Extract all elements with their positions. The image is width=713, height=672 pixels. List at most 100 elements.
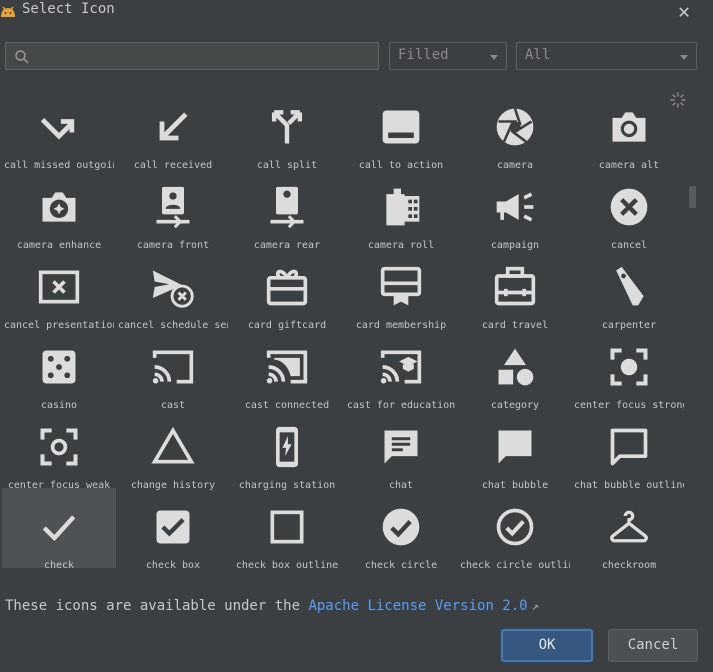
icon-cell-change-history[interactable]: change history — [116, 408, 230, 491]
icon-cell-center-focus-weak[interactable]: center focus weak — [2, 408, 116, 491]
camera-rear-icon — [270, 186, 304, 229]
icon-cell-cast-connected[interactable]: cast connected — [230, 328, 344, 411]
icon-cell-category[interactable]: category — [458, 328, 572, 411]
ok-button[interactable]: OK — [501, 629, 593, 662]
call-received-icon — [159, 112, 188, 141]
icon-cell-camera[interactable]: camera — [458, 88, 572, 171]
dialog-title: Select Icon — [22, 1, 115, 17]
cast-icon — [152, 350, 194, 384]
chat-bubble-outline-icon — [610, 428, 648, 466]
icon-cell-check-circle-outline[interactable]: check circle outline — [458, 488, 572, 571]
icon-cell-cancel[interactable]: cancel — [572, 168, 686, 251]
close-icon[interactable]: ✕ — [673, 0, 695, 22]
icon-cell-camera-rear[interactable]: camera rear — [230, 168, 344, 251]
icon-label: check circle outline — [460, 560, 570, 571]
icon-cell-camera-front[interactable]: camera front — [116, 168, 230, 251]
icon-cell-card-giftcard[interactable]: card giftcard — [230, 248, 344, 331]
icon-grid: call missed outgoing call received call sp… — [0, 86, 686, 582]
icon-cell-call-to-action[interactable]: call to action — [344, 88, 458, 171]
charging-station-icon — [276, 426, 298, 468]
icon-cell-cast-for-education[interactable]: cast for education — [344, 328, 458, 411]
icon-cell-call-received[interactable]: call received — [116, 88, 230, 171]
license-link[interactable]: Apache License Version 2.0 — [308, 598, 527, 614]
search-field[interactable] — [5, 42, 379, 70]
icon-cell-cancel-schedule-send[interactable]: cancel schedule send — [116, 248, 230, 331]
icon-cell-card-membership[interactable]: card membership — [344, 248, 458, 331]
category-icon — [498, 348, 534, 386]
cast-connected-icon — [266, 350, 308, 384]
icon-cell-card-travel[interactable]: card travel — [458, 248, 572, 331]
cancel-presentation-icon — [38, 270, 80, 304]
chat-bubble-icon — [498, 430, 532, 464]
cancel-button[interactable]: Cancel — [608, 629, 698, 662]
check-box-outline-icon — [270, 510, 304, 544]
icon-label: checkroom — [601, 560, 657, 571]
check-icon — [42, 515, 76, 542]
icon-cell-cast[interactable]: cast — [116, 328, 230, 411]
category-dropdown-value: All — [525, 47, 551, 63]
category-dropdown[interactable]: All — [516, 42, 697, 70]
search-icon — [15, 50, 29, 64]
call-split-icon — [271, 110, 303, 144]
grid-scrollbar[interactable] — [686, 86, 698, 582]
center-focus-weak-icon — [40, 428, 78, 466]
card-membership-icon — [380, 266, 422, 306]
icon-cell-camera-alt[interactable]: camera alt — [572, 88, 686, 171]
icon-cell-cancel-presentation[interactable]: cancel presentation — [2, 248, 116, 331]
checkroom-icon — [610, 510, 648, 543]
icon-cell-charging-station[interactable]: charging station — [230, 408, 344, 491]
android-icon — [1, 6, 15, 17]
campaign-icon — [496, 192, 534, 222]
title-bar: Select Icon ✕ — [0, 0, 713, 28]
change-history-icon — [151, 426, 195, 464]
style-dropdown[interactable]: Filled — [389, 42, 507, 70]
camera-alt-icon — [612, 112, 646, 142]
cancel-icon — [610, 188, 648, 226]
icon-cell-chat-bubble-outline[interactable]: chat bubble outline — [572, 408, 686, 491]
icon-cell-chat-bubble[interactable]: chat bubble — [458, 408, 572, 491]
icon-cell-center-focus-strong[interactable]: center focus strong — [572, 328, 686, 411]
search-input[interactable] — [36, 46, 370, 68]
external-link-icon: ↗ — [531, 599, 539, 613]
icon-cell-check-box[interactable]: check box — [116, 488, 230, 571]
license-prefix: These icons are available under the — [5, 598, 309, 614]
chevron-down-icon — [490, 55, 498, 60]
cast-for-education-icon — [380, 350, 422, 384]
icon-cell-checkroom[interactable]: checkroom — [572, 488, 686, 571]
icon-cell-camera-enhance[interactable]: camera enhance — [2, 168, 116, 251]
icon-cell-campaign[interactable]: campaign — [458, 168, 572, 251]
style-dropdown-value: Filled — [398, 47, 449, 63]
icon-cell-call-missed-outgoing[interactable]: call missed outgoing — [2, 88, 116, 171]
camera-enhance-icon — [42, 192, 76, 222]
call-to-action-icon — [382, 110, 420, 144]
icon-cell-chat[interactable]: chat — [344, 408, 458, 491]
casino-icon — [42, 350, 76, 384]
camera-icon — [496, 108, 534, 146]
chevron-down-icon — [680, 55, 688, 60]
center-focus-strong-icon — [610, 348, 648, 386]
call-missed-outgoing-icon — [40, 117, 75, 140]
camera-roll-icon — [386, 188, 420, 226]
icon-label: check — [43, 560, 75, 571]
card-travel-icon — [494, 266, 536, 306]
icon-cell-call-split[interactable]: call split — [230, 88, 344, 171]
chat-icon — [384, 430, 418, 464]
camera-front-icon — [156, 186, 190, 229]
icon-label: check box — [145, 560, 201, 571]
icon-cell-check-circle[interactable]: check circle — [344, 488, 458, 571]
icon-label: check circle — [364, 560, 438, 571]
check-circle-outline-icon — [496, 508, 534, 546]
icon-label: check box outline — [235, 560, 339, 571]
scrollbar-thumb[interactable] — [689, 186, 696, 208]
loading-spinner-icon — [670, 92, 686, 108]
cancel-schedule-send-icon — [152, 270, 194, 308]
icon-cell-casino[interactable]: casino — [2, 328, 116, 411]
license-text: These icons are available under the Apac… — [5, 598, 539, 614]
icon-cell-camera-roll[interactable]: camera roll — [344, 168, 458, 251]
carpenter-icon — [616, 266, 644, 306]
icon-cell-carpenter[interactable]: carpenter — [572, 248, 686, 331]
icon-cell-check[interactable]: check — [2, 488, 116, 571]
icon-cell-check-box-outline[interactable]: check box outline — [230, 488, 344, 571]
card-giftcard-icon — [266, 269, 308, 306]
check-circle-icon — [382, 508, 420, 546]
